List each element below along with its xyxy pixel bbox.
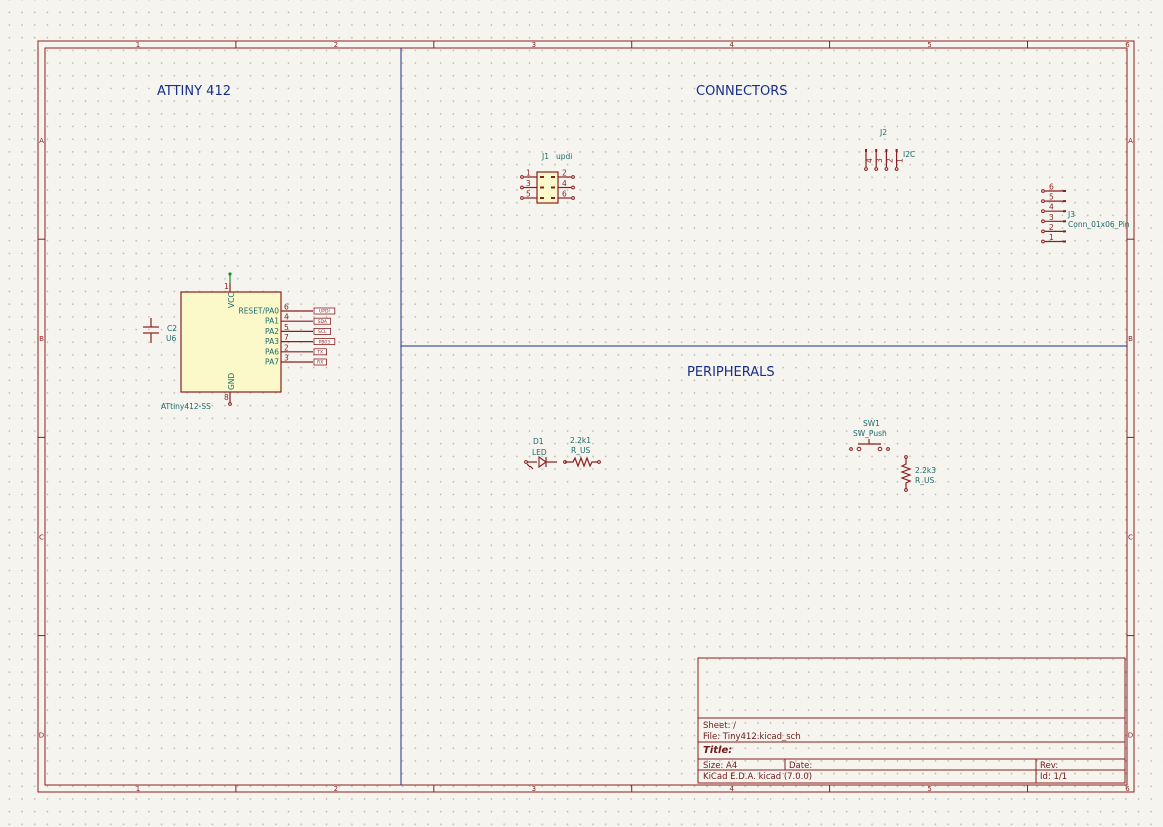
- frame-row-label-left: C: [39, 533, 44, 541]
- sheet-frame: 112233445566A AB BC CD D: [37, 40, 1135, 793]
- connector-j2[interactable]: J2 I2C 4321: [864, 128, 916, 171]
- frame-col-label-top: 4: [729, 41, 734, 49]
- j2-pin-num: 1: [896, 158, 905, 163]
- vcc-label: VCC: [227, 292, 236, 308]
- mcu-pin-name: PA3: [265, 337, 279, 346]
- j2-ref: J2: [879, 128, 887, 137]
- j2-pin-num: 3: [875, 158, 884, 163]
- sw1-ref: SW1: [863, 419, 880, 428]
- frame-row-label-right: D: [1128, 732, 1133, 740]
- j1-pin-num: 6: [562, 190, 567, 199]
- r3-ref: 2.2k3: [915, 466, 936, 475]
- mcu-pin-num: 5: [284, 323, 289, 332]
- j1-ref: J1: [541, 152, 549, 161]
- connector-j3[interactable]: J3 Conn_01x06_Pin 654321: [1041, 183, 1130, 244]
- vcc-pin-num: 1: [224, 282, 229, 291]
- j3-pin-num: 4: [1049, 203, 1054, 212]
- j1-pin-num: 1: [526, 169, 531, 178]
- j3-pin-num: 2: [1049, 223, 1054, 232]
- c2-ref: C2: [167, 324, 177, 333]
- d1-value: LED: [532, 448, 547, 457]
- section-title-peripherals: PERIPHERALS: [687, 365, 775, 380]
- net-label: RX: [317, 360, 323, 366]
- title-block: Sheet: / File: Tiny412.kicad_sch Title: …: [697, 657, 1126, 784]
- section-title-connectors: CONNECTORS: [696, 84, 788, 99]
- j1-pin-num: 2: [562, 169, 567, 178]
- mcu-pin-num: 7: [284, 333, 289, 342]
- mcu-pin-num: 6: [284, 303, 289, 312]
- mcu-pin-name: PA7: [265, 358, 279, 367]
- tb-sheet: Sheet: /: [703, 721, 736, 731]
- tb-rev: Rev:: [1040, 761, 1058, 771]
- frame-col-label-bottom: 3: [532, 785, 536, 793]
- frame-row-label-left: A: [39, 137, 44, 145]
- sw1-value: SW_Push: [853, 429, 887, 438]
- frame-col-label-top: 2: [334, 41, 338, 49]
- section-title-attiny: ATTINY 412: [157, 84, 231, 99]
- frame-col-label-top: 1: [136, 41, 140, 49]
- tb-id: Id: 1/1: [1040, 772, 1067, 782]
- resistor-2-2k1[interactable]: 2.2k1 R_US: [563, 436, 601, 468]
- frame-col-label-bottom: 1: [136, 785, 140, 793]
- net-label: PB03: [319, 339, 331, 345]
- frame-col-label-bottom: 4: [729, 785, 734, 793]
- mcu-pin-name: PA2: [265, 327, 279, 336]
- j3-pin-num: 6: [1049, 183, 1054, 192]
- mcu-pin-name: RESET/PA0: [238, 307, 279, 316]
- frame-row-label-left: D: [39, 732, 44, 740]
- switch-sw1[interactable]: SW1 SW_Push: [849, 419, 890, 452]
- frame-row-label-right: C: [1128, 533, 1133, 541]
- connector-j1[interactable]: J1 updi 13 5 24 6: [520, 152, 575, 204]
- mcu-attiny412[interactable]: 1 VCC 8 GND U6 ATtiny412-SS RESET/PA0 6 UP…: [161, 272, 336, 411]
- mcu-pin-name: PA6: [265, 347, 279, 356]
- tb-size: Size: A4: [703, 761, 737, 771]
- j2-pin-num: 2: [885, 158, 894, 163]
- j3-pin-num: 1: [1049, 233, 1054, 242]
- frame-col-label-bottom: 5: [927, 785, 931, 793]
- r3-value: R_US: [915, 476, 934, 485]
- frame-row-label-right: B: [1128, 335, 1133, 343]
- j2-pin-num: 4: [865, 158, 874, 163]
- j3-value: Conn_01x06_Pin: [1068, 220, 1130, 229]
- j1-pin-num: 5: [526, 190, 531, 199]
- net-label: UPDI: [319, 309, 330, 315]
- j3-pin-num: 5: [1049, 193, 1054, 202]
- tb-title: Title:: [703, 745, 732, 756]
- r1-value: R_US: [571, 446, 590, 455]
- frame-col-label-top: 3: [532, 41, 536, 49]
- mcu-value: ATtiny412-SS: [161, 402, 211, 411]
- mcu-pin-num: 2: [284, 343, 289, 352]
- frame-col-label-top: 6: [1125, 41, 1130, 49]
- net-label: SDA: [318, 319, 328, 325]
- frame-row-label-left: B: [39, 335, 44, 343]
- j1-pin-num: 3: [526, 179, 531, 188]
- j2-value: I2C: [903, 150, 915, 159]
- j3-pin-num: 3: [1049, 213, 1054, 222]
- mcu-pin-name: PA1: [265, 317, 279, 326]
- led-d1[interactable]: D1 LED: [524, 437, 557, 470]
- tb-tool: KiCad E.D.A. kicad (7.0.0): [703, 772, 812, 782]
- r1-ref: 2.2k1: [570, 436, 591, 445]
- j1-pin-num: 4: [562, 179, 567, 188]
- gnd-pin-num: 8: [224, 393, 229, 402]
- tb-date: Date:: [789, 761, 812, 771]
- resistor-2-2k3[interactable]: 2.2k3 R_US: [900, 455, 936, 492]
- mcu-pin-num: 3: [284, 354, 289, 363]
- frame-col-label-bottom: 6: [1125, 785, 1130, 793]
- frame-row-label-right: A: [1128, 137, 1133, 145]
- mcu-ref: U6: [166, 334, 176, 343]
- gnd-label: GND: [227, 373, 236, 390]
- j1-value: updi: [556, 152, 572, 161]
- frame-col-label-bottom: 2: [334, 785, 338, 793]
- schematic-sheet[interactable]: 112233445566A AB BC CD D ATTINY 412 CONNECTO…: [0, 0, 1163, 827]
- d1-ref: D1: [533, 437, 544, 446]
- tb-file: File: Tiny412.kicad_sch: [703, 732, 801, 742]
- j3-ref: J3: [1067, 210, 1075, 219]
- net-label: TX: [316, 350, 323, 356]
- mcu-pin-num: 4: [284, 313, 289, 322]
- net-label: SCL: [318, 329, 327, 335]
- frame-col-label-top: 5: [927, 41, 931, 49]
